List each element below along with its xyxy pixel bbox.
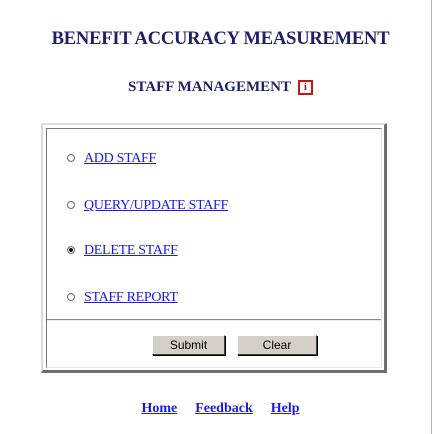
delete-staff-link[interactable]: DELETE STAFF (84, 243, 178, 259)
feedback-link[interactable]: Feedback (195, 401, 253, 416)
radio-staff-report[interactable] (67, 293, 75, 301)
form-inner-frame: ADD STAFF QUERY/UPDATE STAFF DELETE STAF… (46, 128, 382, 368)
page-title: BENEFIT ACCURACY MEASUREMENT (51, 29, 390, 49)
home-link[interactable]: Home (141, 401, 177, 416)
page-edge-rule (431, 0, 432, 434)
query-update-staff-link[interactable]: QUERY/UPDATE STAFF (84, 198, 228, 214)
staff-options-form: ADD STAFF QUERY/UPDATE STAFF DELETE STAF… (41, 123, 387, 373)
submit-button[interactable]: Submit (152, 335, 225, 355)
help-link[interactable]: Help (271, 401, 300, 416)
radio-add-staff[interactable] (67, 154, 75, 162)
page-subtitle: STAFF MANAGEMENT (128, 78, 291, 95)
add-staff-link[interactable]: ADD STAFF (84, 151, 156, 167)
info-icon[interactable]: i (297, 79, 313, 95)
subtitle-row: STAFF MANAGEMENT i (0, 78, 441, 96)
radio-delete-staff[interactable] (67, 246, 75, 254)
clear-button[interactable]: Clear (237, 335, 317, 355)
staff-report-link[interactable]: STAFF REPORT (84, 290, 178, 306)
radio-query-update-staff[interactable] (67, 201, 75, 209)
footer-nav: Home Feedback Help (0, 399, 441, 417)
form-divider (47, 319, 381, 321)
